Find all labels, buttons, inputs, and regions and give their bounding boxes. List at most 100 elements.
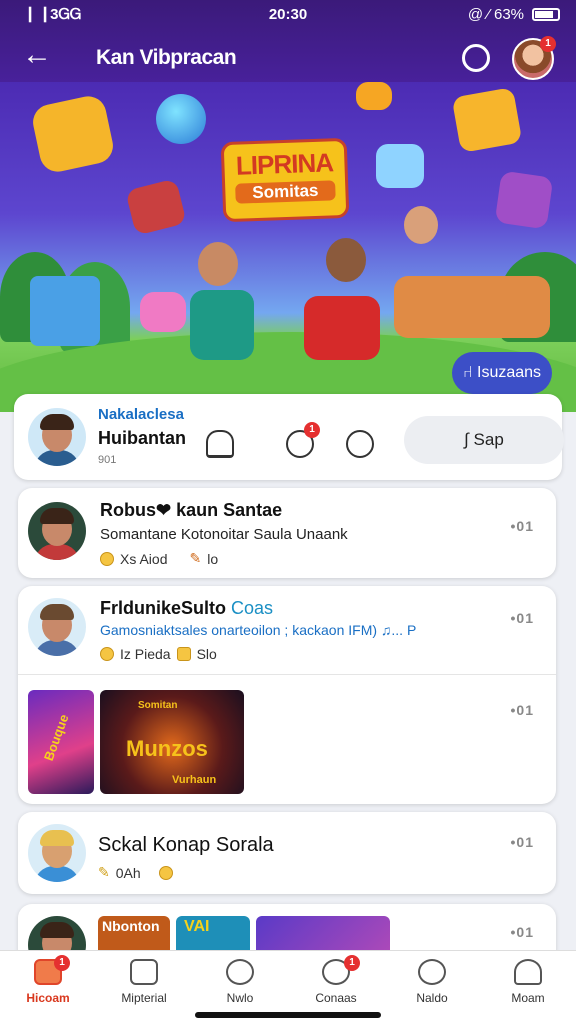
home-icon: 1 <box>34 955 70 985</box>
tab-label: Naldo <box>416 991 448 1005</box>
compass-icon <box>226 959 254 985</box>
nav-bar: ← Kan Vibpracan 1 <box>0 36 576 82</box>
status-bar: ▕▕ 3ᏀᏀ 20:30 @ ⁄ 63% <box>0 6 576 26</box>
tab-naldo[interactable]: Naldo <box>384 959 480 1005</box>
back-arrow-icon[interactable]: ← <box>22 40 52 70</box>
profile-name: Huibantan <box>98 428 186 448</box>
thumbnail-text: Vurhaun <box>172 774 217 786</box>
status-right: @ ⁄ 63% <box>468 6 560 23</box>
media-thumbnail[interactable]: Somitan Munzos Vurhaun <box>100 690 244 794</box>
more-menu-icon[interactable]: •01 <box>511 518 534 534</box>
post-meta: Iz Pieda Slo <box>100 646 217 662</box>
tab-moam[interactable]: Moam <box>480 959 576 1005</box>
tablet-decoration <box>125 178 187 236</box>
post-meta: Xs Aiod ✎ lo <box>100 550 218 567</box>
box-decoration <box>356 82 392 110</box>
home-badge: 1 <box>54 955 70 971</box>
divider <box>18 674 556 675</box>
chat-icon[interactable]: 1 <box>286 422 320 458</box>
image-icon <box>130 959 158 985</box>
more-menu-icon[interactable]: •01 <box>511 610 534 626</box>
heart-icon: 1 <box>322 955 360 985</box>
person-illustration <box>404 206 438 244</box>
status-icons: @ ⁄ 63% <box>467 6 524 23</box>
hero-banner[interactable]: LIPRINA Somitas ⑁ Isuzaans <box>0 82 576 412</box>
post-meta-1: 0Ah <box>115 864 141 881</box>
play-tile-decoration <box>451 87 523 153</box>
conaas-badge: 1 <box>344 955 360 971</box>
profile-link[interactable]: Nakalaclesa <box>98 406 184 423</box>
music-icon <box>418 959 446 985</box>
post-avatar[interactable] <box>28 598 86 656</box>
banner-button[interactable]: ⑁ Isuzaans <box>452 352 552 394</box>
post-card[interactable]: Sckal Konap Sorala ✎ 0Ah •01 <box>18 812 556 894</box>
sofa-illustration <box>394 276 550 338</box>
media-thumbnail[interactable]: Bouque <box>28 690 94 794</box>
post-avatar[interactable] <box>28 824 86 882</box>
sap-button[interactable]: ∫ Sap <box>404 416 564 464</box>
notification-badge: 1 <box>540 36 556 52</box>
chair-illustration <box>190 290 254 360</box>
banner-logo: LIPRINA Somitas <box>220 137 350 223</box>
thumbnail-text: VAI <box>184 918 210 935</box>
coin-icon <box>100 551 114 566</box>
post-meta-2: Slo <box>196 646 217 662</box>
more-menu-icon[interactable]: •01 <box>511 924 534 940</box>
chat-bubble-decoration <box>376 144 424 188</box>
settings-icon[interactable] <box>462 44 490 72</box>
post-avatar[interactable] <box>28 502 86 560</box>
tab-home[interactable]: 1 Hicoam <box>0 955 96 1005</box>
toy-car-illustration <box>140 292 186 332</box>
logo-line2: Somitas <box>235 180 336 204</box>
tab-nwlo[interactable]: Nwlo <box>192 959 288 1005</box>
tab-label: Mipterial <box>121 991 167 1005</box>
pencil-icon: ✎ <box>98 864 110 880</box>
profile-icon <box>514 959 542 985</box>
thumbnail-text: Nbonton <box>102 918 160 934</box>
pencil-icon: ✎ <box>189 550 202 566</box>
thumbnail-text: Bouque <box>40 712 72 763</box>
tab-label: Nwlo <box>226 991 254 1005</box>
post-meta-2: lo <box>207 550 219 567</box>
post-author-suffix: Coas <box>231 598 274 618</box>
page-title: Kan Vibpracan <box>96 46 237 69</box>
profile-avatar[interactable] <box>28 408 86 466</box>
chair-illustration <box>304 296 380 360</box>
arcade-decoration <box>30 276 100 346</box>
logo-line1: LIPRINA <box>235 147 334 181</box>
profile-card[interactable]: Nakalaclesa Huibantan 901 1 ∫ Sap <box>14 394 564 480</box>
more-menu-icon[interactable]: •01 <box>511 702 534 718</box>
tab-conaas[interactable]: 1 Conaas <box>288 955 384 1005</box>
tab-label: Hicoam <box>26 991 70 1005</box>
post-card[interactable]: FrldunikeSulto Coas Gamosniaktsales onar… <box>18 586 556 804</box>
planet-decoration <box>156 94 206 144</box>
post-author-name: FrldunikeSulto <box>100 598 226 618</box>
battery-icon <box>532 8 560 21</box>
post-meta-1: Iz Pieda <box>120 646 171 662</box>
tag-icon <box>176 647 191 661</box>
post-meta: ✎ 0Ah <box>98 864 173 881</box>
post-text: Somantane Kotonoitar Saula Unaank <box>100 526 348 543</box>
tab-label: Moam <box>511 991 545 1005</box>
post-author[interactable]: Sckal Konap Sorala <box>98 834 274 857</box>
person-illustration <box>326 238 366 282</box>
post-author[interactable]: Robus❤ kaun Santae <box>100 500 282 521</box>
profile-meta: 901 <box>98 454 117 466</box>
user-avatar[interactable]: 1 <box>512 36 556 80</box>
post-author[interactable]: FrldunikeSulto Coas <box>100 598 273 619</box>
emoji-icon <box>158 865 173 880</box>
bell-icon[interactable] <box>206 430 234 458</box>
person-illustration <box>198 242 238 286</box>
user-icon[interactable] <box>346 430 374 458</box>
coin-icon <box>100 647 114 661</box>
tab-material[interactable]: Mipterial <box>96 959 192 1005</box>
home-indicator[interactable] <box>195 1012 381 1018</box>
more-menu-icon[interactable]: •01 <box>511 834 534 850</box>
chat-badge: 1 <box>304 422 320 438</box>
thumbnail-text: Munzos <box>126 736 208 761</box>
post-meta-1: Xs Aiod <box>120 550 168 567</box>
post-card[interactable]: Robus❤ kaun Santae Somantane Kotonoitar … <box>18 488 556 578</box>
gift-decoration <box>494 170 554 230</box>
post-text: Gamosniaktsales onarteoilon ; kackaon IF… <box>100 622 417 638</box>
game-cube-decoration <box>29 93 117 175</box>
